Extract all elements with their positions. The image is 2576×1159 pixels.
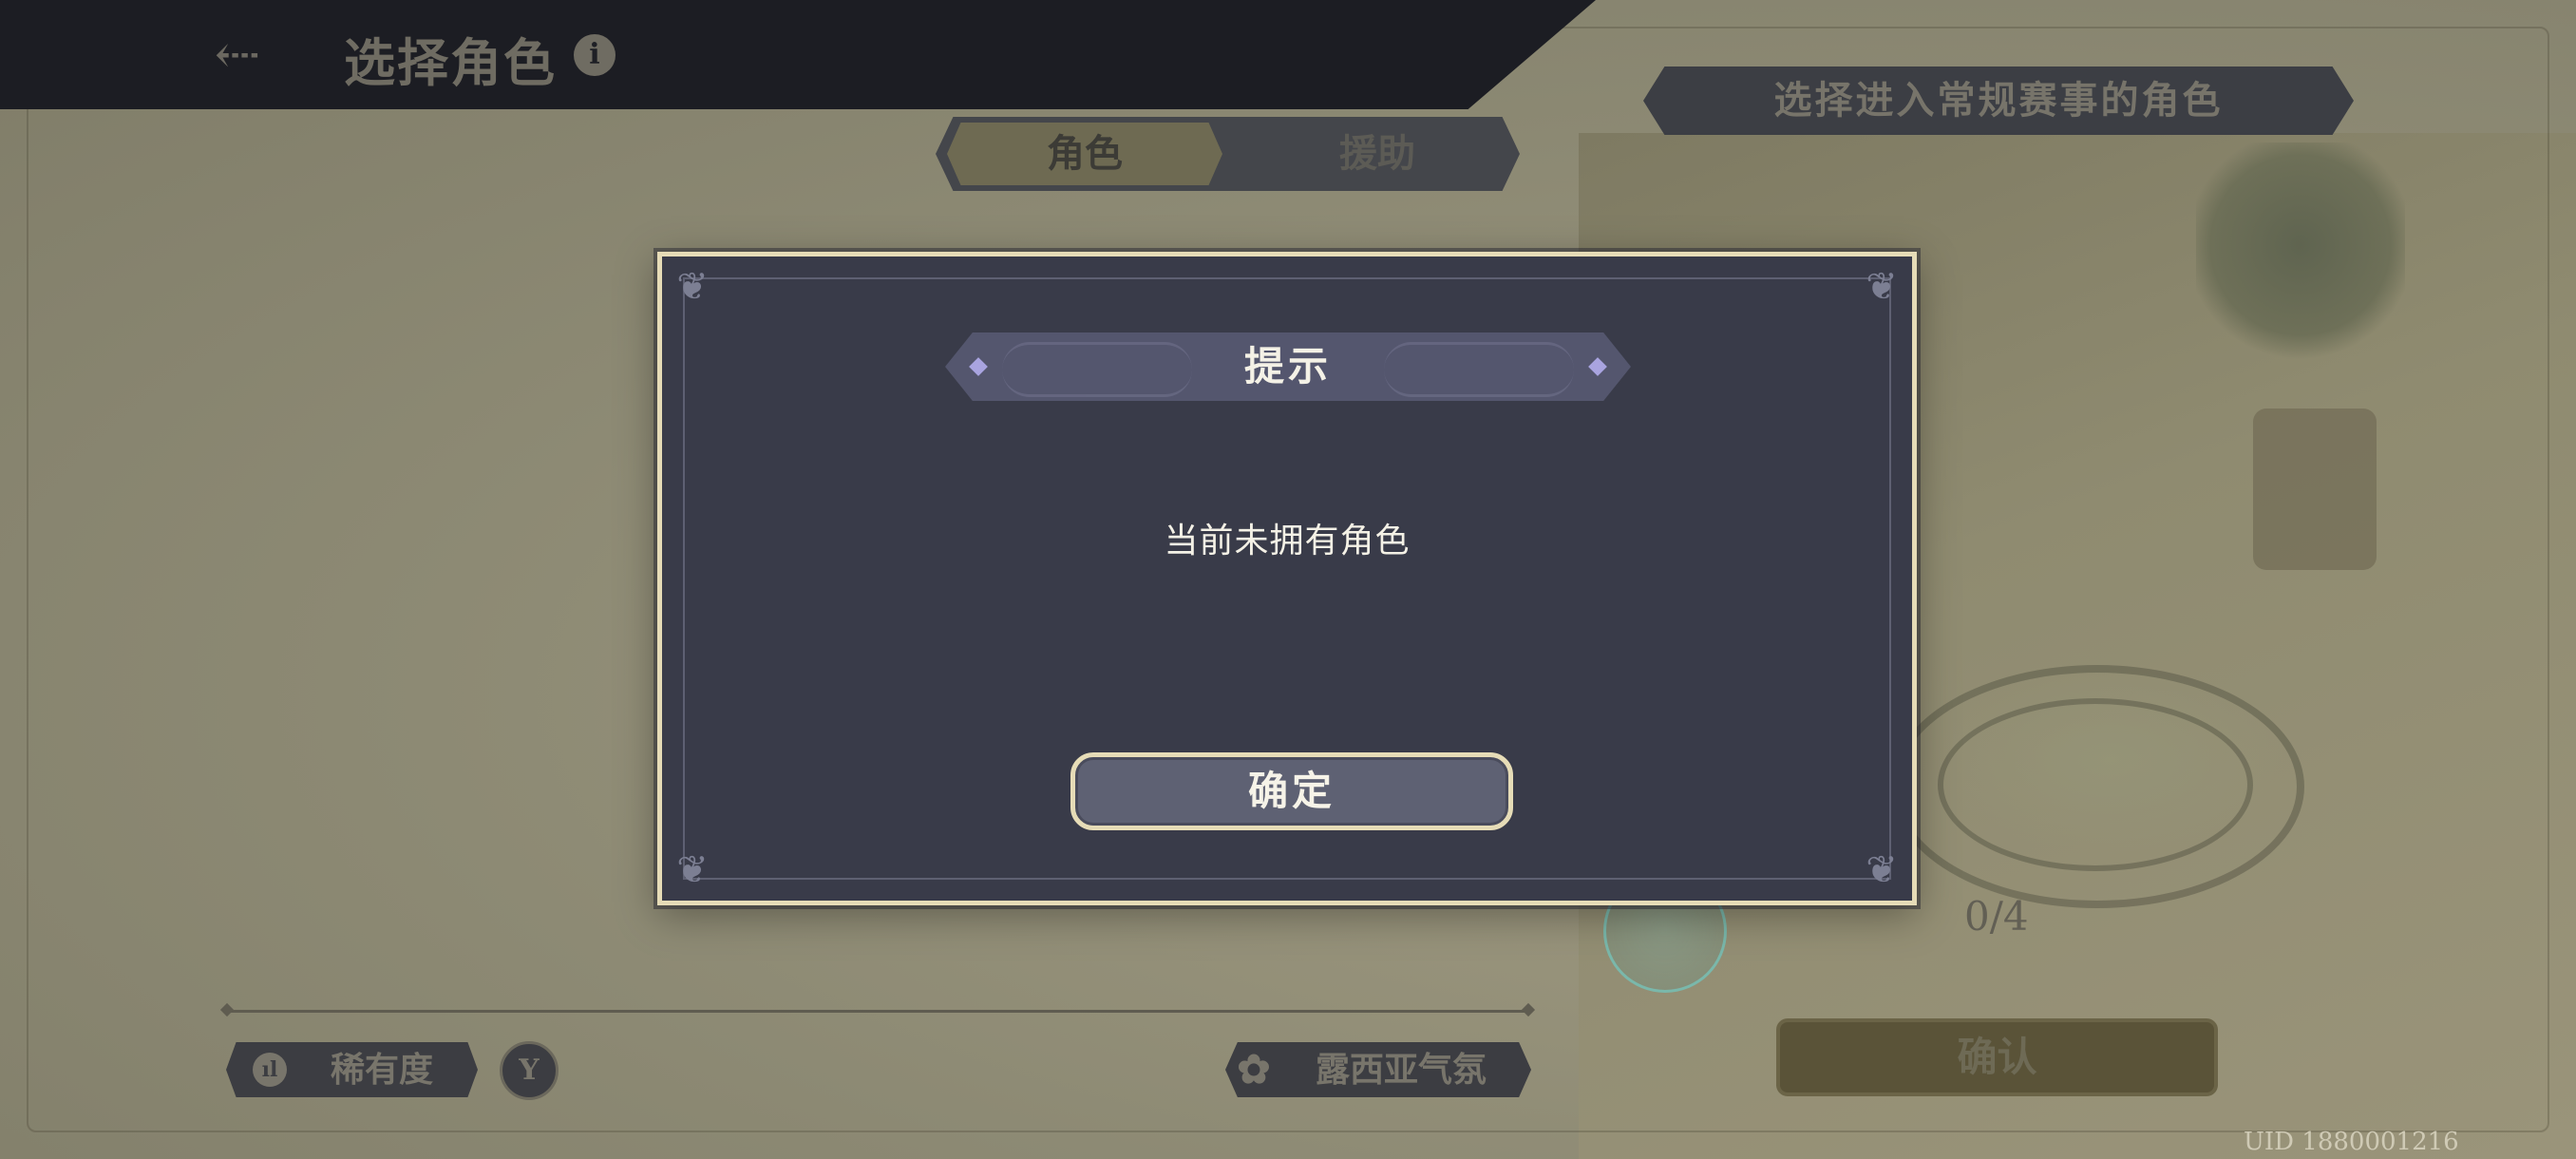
corner-ornament-icon: ❦ [1866,848,1898,892]
dialog-title-bar: 提示 [945,332,1631,401]
dialog-title: 提示 [1243,343,1332,390]
alert-dialog: ❦ ❦ ❦ ❦ 提示 当前未拥有角色 确定 [657,252,1917,905]
dialog-message: 当前未拥有角色 [1164,522,1411,560]
corner-ornament-icon: ❦ [1866,265,1898,309]
dialog-confirm-button[interactable]: 确定 [1070,752,1513,830]
corner-ornament-icon: ❦ [676,848,709,892]
corner-ornament-icon: ❦ [676,265,709,309]
